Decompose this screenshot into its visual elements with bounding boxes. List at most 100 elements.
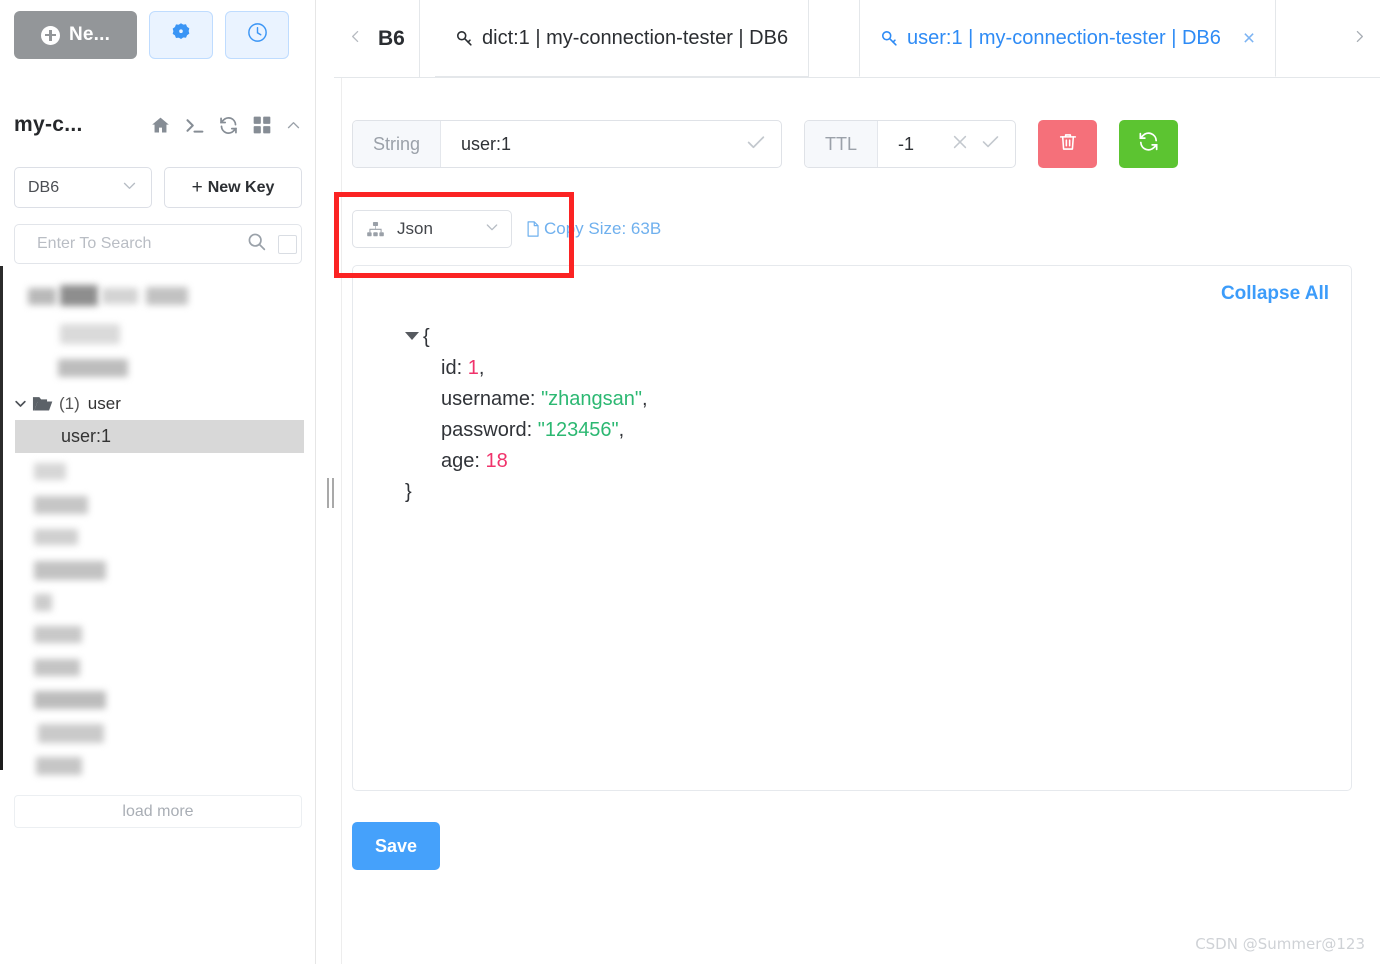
tab-overflow-stub[interactable]: B6 [370,0,420,77]
tree-item-user-1[interactable]: user:1 [15,420,304,453]
key-name-value[interactable]: user:1 [441,121,745,167]
json-key: id: [441,357,463,379]
key-icon [455,29,474,48]
check-icon[interactable] [980,131,1001,157]
plus-icon: + [191,177,203,198]
copy-size-link[interactable]: Copy Size: 63B [524,219,661,239]
ttl-value[interactable]: -1 [878,121,950,167]
json-value: "zhangsan" [541,388,642,410]
json-content: { id: 1, username: "zhangsan", password:… [405,322,648,508]
chevron-up-icon[interactable] [285,117,302,134]
tab-scroll-right-button[interactable] [1344,0,1374,77]
search-box[interactable] [14,224,302,264]
db-select-value: DB6 [28,178,60,196]
redacted-row [60,324,120,344]
trash-icon [1057,131,1079,158]
delete-key-button[interactable] [1038,120,1098,168]
document-icon [524,220,542,238]
json-open-brace: { [423,326,430,348]
load-more-button[interactable]: load more [14,795,302,828]
ttl-field[interactable]: TTL -1 [804,120,1017,168]
key-type-label: String [353,121,442,167]
json-key: password: [441,419,533,441]
json-value: "123456" [537,419,619,441]
tab-stub-label: B6 [378,26,405,50]
redacted-row [34,626,82,643]
json-root-open: { [405,322,648,353]
chevron-down-icon [484,219,500,240]
json-value: 18 [485,450,508,472]
refresh-icon [1137,130,1160,158]
db-select[interactable]: DB6 [14,167,152,208]
json-close-brace: } [405,481,412,503]
chevron-left-icon [347,27,364,51]
json-viewer-panel: Collapse All { id: 1, username: "zhangsa… [352,265,1352,791]
refresh-key-button[interactable] [1119,120,1179,168]
search-icon[interactable] [246,231,267,257]
tree-folder-user[interactable]: (1) user [12,387,304,420]
app-root: Ne... my-c... DB6 + New Key Enter To Sea… [0,0,1380,964]
tab-scroll-left-button[interactable] [340,0,370,77]
tree-folder-count: (1) [59,393,80,413]
sidebar: Ne... my-c... DB6 + New Key Enter To Sea… [0,0,316,964]
window-edge-line-lower [0,560,3,770]
settings-button[interactable] [149,11,213,59]
save-label: Save [374,835,418,856]
save-button[interactable]: Save [352,822,440,870]
format-select[interactable]: Json [352,210,512,248]
close-icon[interactable] [950,132,970,157]
copy-size-label: Copy Size: 63B [544,219,662,238]
json-comma: , [478,357,485,379]
tab-user-1[interactable]: user:1 | my-connection-tester | DB6 × [859,0,1277,77]
collapse-triangle-icon[interactable] [405,332,419,340]
redacted-row [34,529,78,545]
redacted-row [28,288,56,305]
key-tree: (1) user user:1 [12,283,304,788]
tab-bar: B6 dict:1 | my-connection-tester | DB6 u… [334,0,1380,78]
json-comma: , [618,419,625,441]
redacted-row [34,496,88,514]
chevron-right-icon [1351,27,1368,51]
redacted-row [34,594,52,611]
history-button[interactable] [225,11,289,59]
main-content: String user:1 TTL -1 Json Copy Size: 63B… [334,78,1380,964]
redacted-row [60,285,98,306]
json-entry: id: 1, [405,353,648,384]
tab-label: user:1 | my-connection-tester | DB6 [907,26,1221,49]
format-toolbar: Json Copy Size: 63B [352,210,661,248]
grid-icon[interactable] [252,115,272,135]
json-entry: password: "123456", [405,415,648,446]
home-icon[interactable] [150,115,171,136]
json-key: age: [441,450,480,472]
terminal-icon[interactable] [184,115,205,136]
redacted-row [58,359,128,377]
new-key-label: New Key [207,178,275,196]
tree-folder-label: user [87,393,121,413]
tab-dict-1[interactable]: dict:1 | my-connection-tester | DB6 [435,0,810,77]
plus-circle-icon [40,25,60,45]
json-entry: age: 18 [405,446,648,477]
search-input[interactable] [35,234,246,254]
refresh-icon[interactable] [218,115,239,136]
db-toolbar: DB6 + New Key [14,167,302,208]
key-name-field[interactable]: String user:1 [352,120,783,168]
new-connection-label: Ne... [68,24,111,45]
redacted-row [34,659,80,676]
search-select-all-checkbox[interactable] [278,234,297,254]
check-icon[interactable] [745,131,767,158]
folder-open-icon [31,394,54,414]
ttl-label: TTL [805,121,879,167]
sidebar-topbar: Ne... [14,11,289,59]
redacted-row [34,691,106,709]
key-icon [880,29,899,48]
redacted-row [34,561,106,580]
redacted-row [36,757,82,775]
json-key: username: [441,388,536,410]
key-toolbar: String user:1 TTL -1 [352,120,1179,168]
collapse-all-button[interactable]: Collapse All [1221,283,1329,305]
close-icon[interactable]: × [1243,28,1255,49]
tab-label: dict:1 | my-connection-tester | DB6 [482,26,789,49]
chevron-down-icon[interactable] [12,396,29,411]
new-key-button[interactable]: + New Key [164,167,302,208]
new-connection-button[interactable]: Ne... [14,11,137,59]
